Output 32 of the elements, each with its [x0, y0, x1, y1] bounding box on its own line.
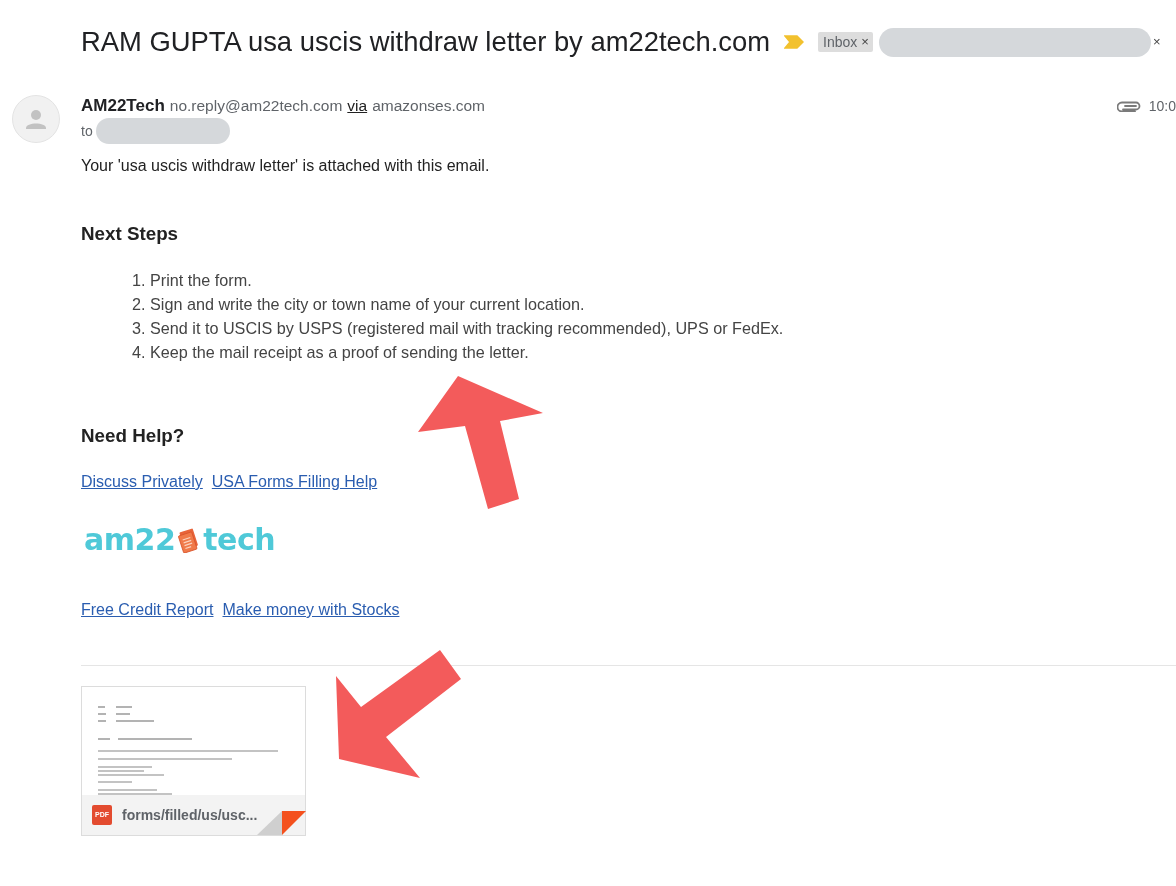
person-avatar-icon [12, 95, 60, 143]
section-heading: Need Help? [81, 424, 186, 448]
step-text: Print the form. [150, 270, 252, 291]
remove-label-button[interactable]: × [861, 34, 869, 50]
sender-name: AM22Tech [81, 95, 165, 117]
file-name: forms/filled/us/usc... [122, 807, 258, 823]
importance-marker-icon[interactable] [784, 35, 805, 49]
step-text: Send it to USCIS by USPS (registered mail with tracking recommended), UPS or FedEx. [150, 318, 784, 339]
folded-corner-icon [257, 811, 307, 835]
to-label: to [81, 123, 93, 139]
text-link[interactable]: Make money with Stocks [222, 599, 400, 621]
relay-domain: amazonses.com [372, 96, 485, 116]
text-link[interactable]: Free Credit Report [81, 599, 214, 621]
logo-text: am22 [84, 522, 176, 558]
step-number: 3. [132, 318, 147, 339]
logo-text: tech [203, 522, 276, 558]
received-time: 10:0 [1148, 97, 1176, 116]
message-text: Your 'usa uscis withdraw letter' is attached with this email. [81, 156, 491, 176]
remove-label-button[interactable]: × [1152, 34, 1161, 50]
email-subject: RAM GUPTA usa uscis withdraw letter by am22tech.com [81, 25, 771, 59]
label-name: Inbox [823, 33, 858, 52]
step-text: Keep the mail receipt as a proof of sending the letter. [150, 342, 529, 363]
step-text: Sign and write the city or town name of your current location. [150, 294, 585, 315]
label-chip[interactable]: Inbox × [818, 32, 873, 52]
via-link[interactable]: via [347, 95, 368, 117]
step-number: 1. [132, 270, 147, 291]
step-number: 2. [132, 294, 147, 315]
step-number: 4. [132, 342, 147, 363]
text-link[interactable]: Discuss Privately [81, 471, 203, 493]
section-heading: Next Steps [81, 222, 180, 246]
text-link[interactable]: USA Forms Filling Help [211, 471, 378, 493]
sender-address: no.reply@am22tech.com [169, 96, 343, 116]
